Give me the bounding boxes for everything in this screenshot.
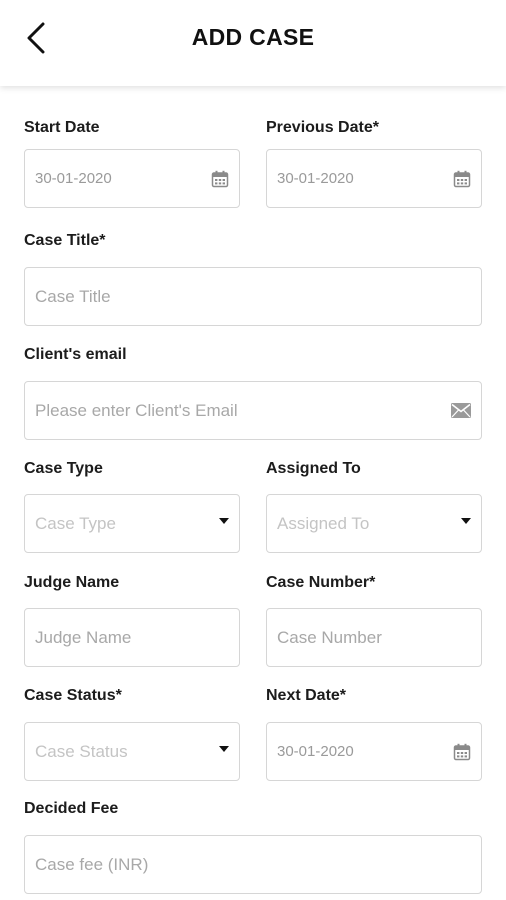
start-date-label: Start Date (24, 119, 100, 136)
calendar-icon[interactable] (453, 743, 471, 761)
next-date-label: Next Date* (266, 687, 347, 704)
case-type-placeholder: Case Type (35, 513, 116, 533)
previous-date-field[interactable]: 30-01-2020 (266, 149, 482, 208)
case-title-placeholder: Case Title (35, 286, 111, 306)
judge-name-input[interactable]: Judge Name (24, 608, 240, 667)
add-case-form: Start Date 30-01-2020 Previous Date* 30-… (0, 86, 506, 900)
decided-fee-input[interactable]: Case fee (INR) (24, 835, 482, 894)
assigned-to-placeholder: Assigned To (277, 513, 370, 533)
case-type-select[interactable]: Case Type (24, 494, 240, 553)
case-number-label: Case Number* (266, 574, 376, 591)
start-date-value: 30-01-2020 (35, 170, 112, 187)
client-email-label: Client's email (24, 346, 127, 363)
assigned-to-label: Assigned To (266, 460, 361, 477)
case-number-input[interactable]: Case Number (266, 608, 482, 667)
calendar-icon[interactable] (211, 170, 229, 188)
assigned-to-select[interactable]: Assigned To (266, 494, 482, 553)
case-title-input[interactable]: Case Title (24, 267, 482, 326)
decided-fee-label: Decided Fee (24, 800, 119, 817)
previous-date-value: 30-01-2020 (277, 170, 354, 187)
judge-name-label: Judge Name (24, 574, 120, 591)
page-title: ADD CASE (191, 24, 315, 50)
case-status-placeholder: Case Status (35, 741, 128, 761)
case-type-label: Case Type (24, 460, 103, 477)
judge-name-placeholder: Judge Name (35, 627, 132, 647)
case-status-label: Case Status* (24, 687, 122, 704)
app-bar: ADD CASE (0, 0, 506, 86)
previous-date-label: Previous Date* (266, 119, 379, 136)
start-date-field[interactable]: 30-01-2020 (24, 149, 240, 208)
client-email-input[interactable]: Please enter Client's Email (24, 381, 482, 440)
next-date-value: 30-01-2020 (277, 743, 354, 760)
case-status-select[interactable]: Case Status (24, 722, 240, 781)
next-date-field[interactable]: 30-01-2020 (266, 722, 482, 781)
envelope-icon (451, 403, 471, 418)
case-number-placeholder: Case Number (277, 627, 382, 647)
calendar-icon[interactable] (453, 170, 471, 188)
case-title-label: Case Title* (24, 232, 106, 249)
client-email-placeholder: Please enter Client's Email (35, 400, 238, 420)
decided-fee-placeholder: Case fee (INR) (35, 854, 149, 874)
